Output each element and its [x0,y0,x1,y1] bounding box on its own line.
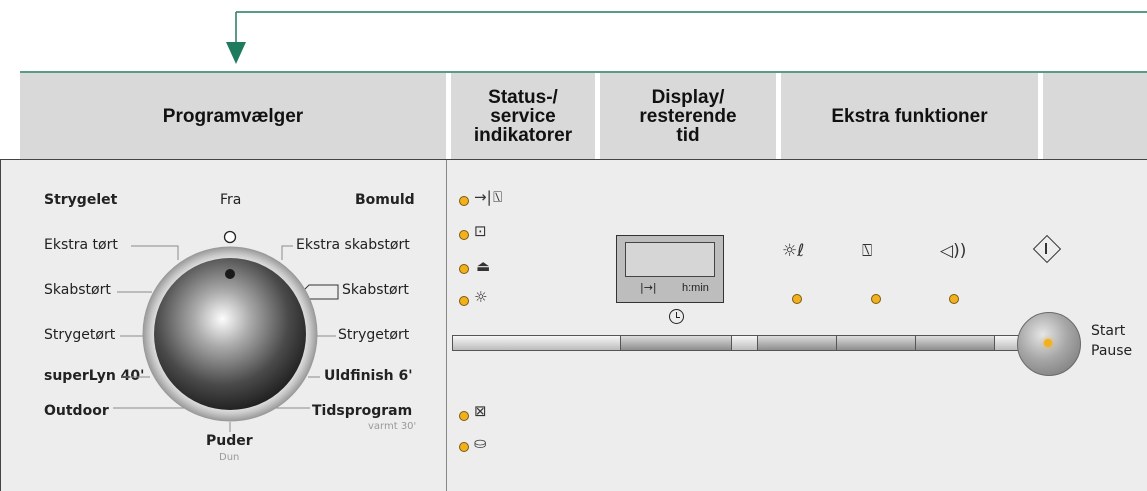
gentle-dry-icon: ☼ℓ [782,241,805,261]
header-display: Display/ resterende tid [600,73,776,159]
panel-divider [446,160,447,491]
header-ekstra: Ekstra funktioner [781,73,1038,159]
lint-filter-icon: ⊠ [474,402,487,420]
display-time-button[interactable] [620,335,732,351]
program-dial[interactable] [0,160,446,491]
start-pause-button[interactable] [1017,312,1081,376]
start-label: Start [1091,323,1126,339]
status-led-iron [459,264,469,274]
iron-icon: ⏏ [476,257,491,275]
display-time-format: h:min [682,282,709,294]
status-led-filter [459,230,469,240]
no-crease-button[interactable] [836,335,916,351]
door-filter-icon: ⊡ [474,222,487,240]
display-screen [625,242,715,277]
start-symbol-bar [1045,243,1047,254]
status-led-water [459,442,469,452]
header-status: Status-/ service indikatorer [451,73,595,159]
start-led [1044,339,1052,347]
strip-left [452,335,621,351]
strip-gap [731,335,758,351]
water-tank-icon: ⛀ [474,434,487,452]
extra-led-buzzer [949,294,959,304]
gentle-button[interactable] [757,335,837,351]
header-programvaelger: Programvælger [20,73,446,159]
header-blank [1043,73,1147,159]
status-led-lint [459,411,469,421]
sun-icon: ☼ [474,288,488,306]
extra-led-no-crease [871,294,881,304]
no-crease-icon: ⍂ [862,241,873,261]
display-end-symbol: |→| [640,281,657,294]
pause-label: Pause [1091,343,1133,359]
status-led-dry [459,296,469,306]
extra-led-gentle [792,294,802,304]
connector-arrow [20,11,1147,73]
buzzer-icon: ◁)) [940,241,967,261]
end-no-iron-icon: →| ⍂ [474,188,503,206]
status-led-end [459,196,469,206]
buzzer-button[interactable] [915,335,995,351]
clock-icon [669,309,684,324]
